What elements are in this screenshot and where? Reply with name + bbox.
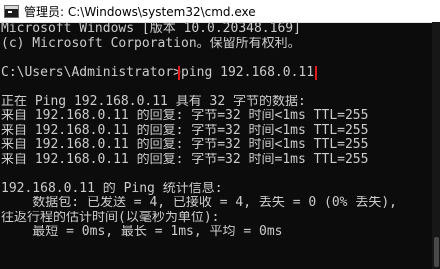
console-line: 来自 192.168.0.11 的回复: 字节=32 时间<1ms TTL=25… — [1, 138, 369, 152]
console-line: 来自 192.168.0.11 的回复: 字节=32 时间=1ms TTL=25… — [1, 152, 369, 167]
console-line: Microsoft Windows [版本 10.0.20348.169] — [1, 22, 301, 36]
console-output[interactable]: Microsoft Windows [版本 10.0.20348.169] (c… — [1, 22, 431, 269]
console-line: 来自 192.168.0.11 的回复: 字节=32 时间<1ms TTL=25… — [1, 109, 369, 123]
console-line: 数据包: 已发送 = 4, 已接收 = 4, 丢失 = 0 (0% 丢失), — [1, 196, 397, 210]
console-line: 192.168.0.11 的 Ping 统计信息: — [1, 181, 223, 196]
ping-command-highlight: ping 192.168.0.11 — [178, 65, 318, 80]
title-bar[interactable]: 管理员: C:\Windows\system32\cmd.exe — [0, 0, 440, 23]
cmd-app-icon[interactable] — [4, 4, 19, 18]
window-title: 管理员: C:\Windows\system32\cmd.exe — [24, 4, 256, 19]
console-line: 最短 = 0ms, 最长 = 1ms, 平均 = 0ms — [1, 225, 283, 239]
console-line: 正在 Ping 192.168.0.11 具有 32 字节的数据: — [1, 94, 306, 109]
prompt-path: C:\Users\Administrator> — [1, 65, 182, 80]
vertical-scrollbar[interactable] — [432, 22, 440, 269]
console-line: 往返行程的估计时间(以毫秒为单位): — [1, 210, 220, 225]
command-prompt-line: C:\Users\Administrator>ping 192.168.0.11 — [1, 65, 431, 80]
console-line: (c) Microsoft Corporation。保留所有权利。 — [1, 36, 301, 51]
console-line: 来自 192.168.0.11 的回复: 字节=32 时间<1ms TTL=25… — [1, 123, 369, 138]
scrollbar-thumb[interactable] — [434, 237, 439, 267]
cmd-window: 管理员: C:\Windows\system32\cmd.exe Microso… — [0, 0, 440, 269]
